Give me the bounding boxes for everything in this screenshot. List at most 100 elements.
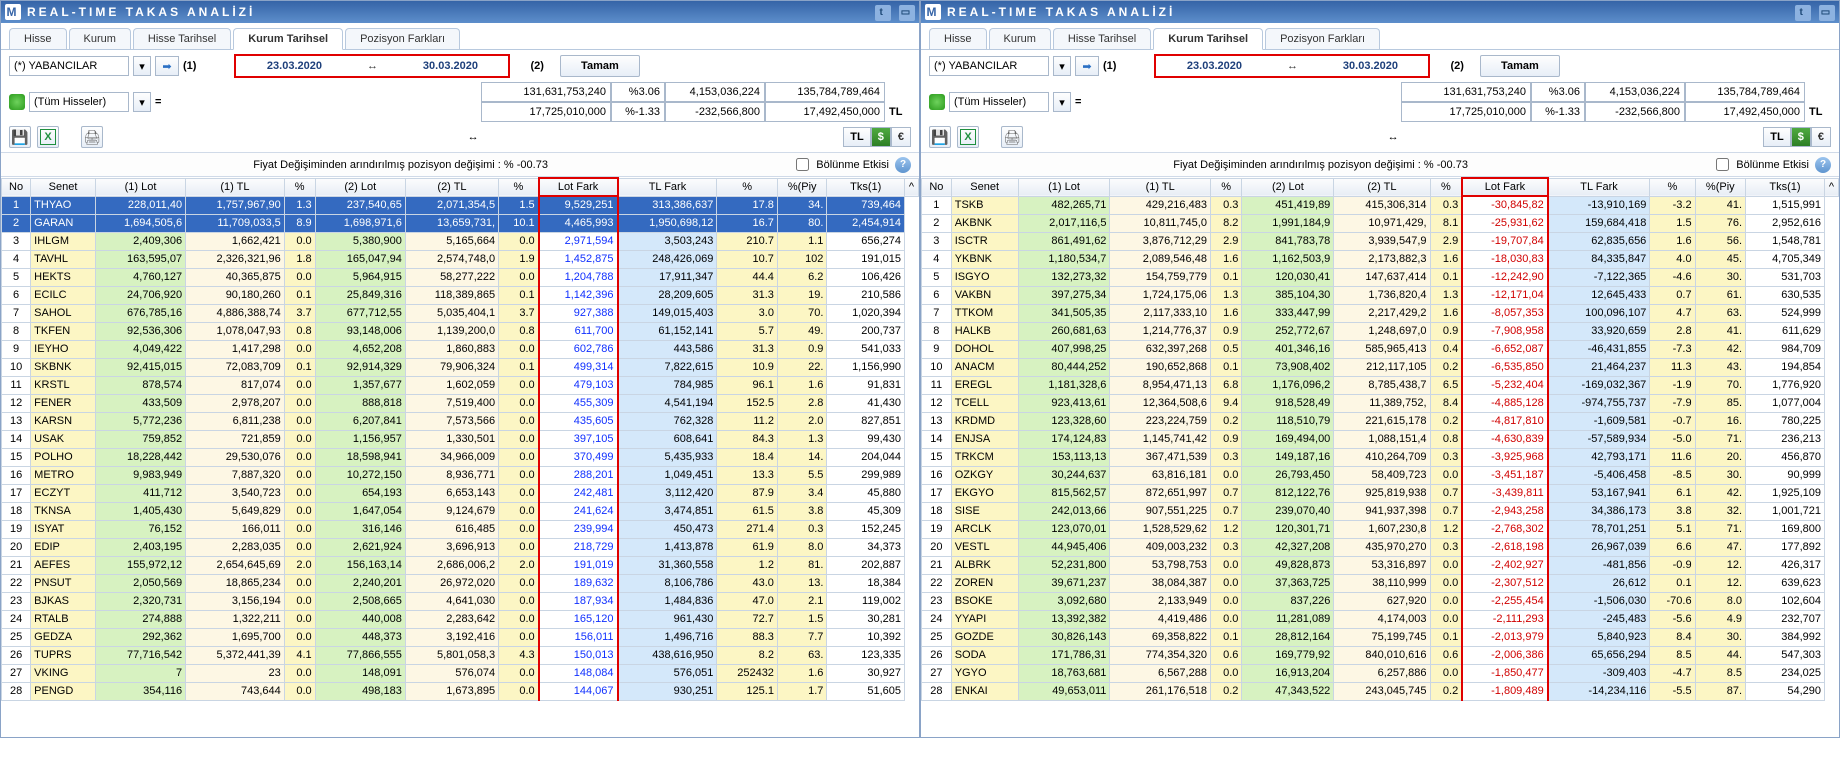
hdr-lot1[interactable]: (1) Lot	[1018, 178, 1110, 196]
tab-hisse-tarihsel[interactable]: Hisse Tarihsel	[133, 28, 231, 49]
save-button[interactable]: 💾	[929, 126, 951, 148]
currency-usd-button[interactable]: $	[1791, 127, 1811, 147]
row-senet[interactable]: TSKB	[951, 196, 1018, 214]
filter-icon[interactable]	[9, 94, 25, 110]
row-senet[interactable]: SODA	[951, 646, 1018, 664]
row-senet[interactable]: BSOKE	[951, 592, 1018, 610]
hdr-pct1[interactable]: %	[1210, 178, 1241, 196]
row-senet[interactable]: TKNSA	[31, 502, 96, 520]
hisse-dropdown[interactable]: ▾	[1053, 92, 1071, 112]
filter-icon[interactable]	[929, 94, 945, 110]
row-senet[interactable]: YYAPI	[951, 610, 1018, 628]
hdr-no[interactable]: No	[2, 178, 31, 196]
tamam-button[interactable]: Tamam	[560, 55, 640, 77]
currency-tl-button[interactable]: TL	[843, 127, 870, 147]
row-senet[interactable]: VKING	[31, 664, 96, 682]
row-senet[interactable]: EDIP	[31, 538, 96, 556]
row-senet[interactable]: ISGYO	[951, 268, 1018, 286]
row-senet[interactable]: EREGL	[951, 376, 1018, 394]
help-icon[interactable]: ?	[1815, 157, 1831, 173]
hisse-input[interactable]: (Tüm Hisseler)	[949, 92, 1049, 112]
row-senet[interactable]: ANACM	[951, 358, 1018, 376]
save-button[interactable]: 💾	[9, 126, 31, 148]
row-senet[interactable]: DOHOL	[951, 340, 1018, 358]
tab-kurum-tarihsel[interactable]: Kurum Tarihsel	[233, 28, 343, 50]
row-senet[interactable]: GARAN	[31, 214, 96, 232]
row-senet[interactable]: AKBNK	[951, 214, 1018, 232]
row-senet[interactable]: TKFEN	[31, 322, 96, 340]
kurum-dropdown[interactable]: ▾	[1053, 56, 1071, 76]
tab-hisse[interactable]: Hisse	[9, 28, 67, 49]
currency-eur-button[interactable]: €	[1811, 127, 1831, 147]
kurum-dropdown[interactable]: ▾	[133, 56, 151, 76]
data-table[interactable]: No Senet (1) Lot (1) TL % (2) Lot (2) TL…	[921, 177, 1839, 737]
hdr-lotfark[interactable]: Lot Fark	[539, 178, 618, 196]
apply-arrow-icon[interactable]: ➡	[155, 56, 179, 76]
row-senet[interactable]: SISE	[951, 502, 1018, 520]
row-senet[interactable]: ECILC	[31, 286, 96, 304]
row-senet[interactable]: FENER	[31, 394, 96, 412]
row-senet[interactable]: ZOREN	[951, 574, 1018, 592]
hdr-tl1[interactable]: (1) TL	[1110, 178, 1211, 196]
window-icon[interactable]: ▭	[1819, 5, 1835, 21]
row-senet[interactable]: HALKB	[951, 322, 1018, 340]
print-button[interactable]: 🖨	[1001, 126, 1023, 148]
kurum-input[interactable]: (*) YABANCILAR	[929, 56, 1049, 76]
apply-arrow-icon[interactable]: ➡	[1075, 56, 1099, 76]
row-senet[interactable]: ISYAT	[31, 520, 96, 538]
print-button[interactable]: 🖨	[81, 126, 103, 148]
window-icon[interactable]: ▭	[899, 5, 915, 21]
hdr-tlfark[interactable]: TL Fark	[1548, 178, 1650, 196]
row-senet[interactable]: ALBRK	[951, 556, 1018, 574]
twitter-icon[interactable]: t	[875, 5, 891, 21]
swap-icon[interactable]: ↔	[109, 131, 837, 143]
row-senet[interactable]: KARSN	[31, 412, 96, 430]
hdr-pct3[interactable]: %	[717, 178, 778, 196]
hdr-piy[interactable]: %(Piy	[1695, 178, 1745, 196]
hdr-pct1[interactable]: %	[284, 178, 315, 196]
row-senet[interactable]: ARCLK	[951, 520, 1018, 538]
row-senet[interactable]: GOZDE	[951, 628, 1018, 646]
date-range[interactable]: 23.03.2020 ↔ 30.03.2020	[234, 54, 510, 78]
row-senet[interactable]: EKGYO	[951, 484, 1018, 502]
hisse-input[interactable]: (Tüm Hisseler)	[29, 92, 129, 112]
hdr-piy[interactable]: %(Piy	[777, 178, 826, 196]
row-senet[interactable]: USAK	[31, 430, 96, 448]
bolunme-checkbox[interactable]: Bölünme Etkisi	[1712, 155, 1809, 174]
tab-kurum[interactable]: Kurum	[989, 28, 1051, 49]
row-senet[interactable]: VAKBN	[951, 286, 1018, 304]
excel-button[interactable]: X	[957, 126, 979, 148]
row-senet[interactable]: PNSUT	[31, 574, 96, 592]
row-senet[interactable]: THYAO	[31, 196, 96, 214]
row-senet[interactable]: VESTL	[951, 538, 1018, 556]
date-swap-icon[interactable]: ↔	[352, 60, 392, 72]
twitter-icon[interactable]: t	[1795, 5, 1811, 21]
currency-tl-button[interactable]: TL	[1763, 127, 1790, 147]
tab-pozisyon-farklari[interactable]: Pozisyon Farkları	[1265, 28, 1380, 49]
tamam-button[interactable]: Tamam	[1480, 55, 1560, 77]
row-senet[interactable]: TCELL	[951, 394, 1018, 412]
row-senet[interactable]: POLHO	[31, 448, 96, 466]
row-senet[interactable]: GEDZA	[31, 628, 96, 646]
row-senet[interactable]: ISCTR	[951, 232, 1018, 250]
hdr-pct3[interactable]: %	[1650, 178, 1695, 196]
row-senet[interactable]: ENKAI	[951, 682, 1018, 700]
hdr-tks[interactable]: Tks(1)	[827, 178, 905, 196]
hdr-tl2[interactable]: (2) TL	[1334, 178, 1430, 196]
row-senet[interactable]: ENJSA	[951, 430, 1018, 448]
date-swap-icon[interactable]: ↔	[1272, 60, 1312, 72]
hdr-lot2[interactable]: (2) Lot	[315, 178, 405, 196]
tab-hisse[interactable]: Hisse	[929, 28, 987, 49]
row-senet[interactable]: SAHOL	[31, 304, 96, 322]
row-senet[interactable]: ECZYT	[31, 484, 96, 502]
row-senet[interactable]: PENGD	[31, 682, 96, 700]
kurum-input[interactable]: (*) YABANCILAR	[9, 56, 129, 76]
tab-hisse-tarihsel[interactable]: Hisse Tarihsel	[1053, 28, 1151, 49]
hdr-lot2[interactable]: (2) Lot	[1242, 178, 1334, 196]
row-senet[interactable]: YKBNK	[951, 250, 1018, 268]
date-to[interactable]: 30.03.2020	[1312, 60, 1428, 72]
hdr-senet[interactable]: Senet	[951, 178, 1018, 196]
row-senet[interactable]: KRDMD	[951, 412, 1018, 430]
hdr-lot1[interactable]: (1) Lot	[95, 178, 185, 196]
row-senet[interactable]: OZKGY	[951, 466, 1018, 484]
